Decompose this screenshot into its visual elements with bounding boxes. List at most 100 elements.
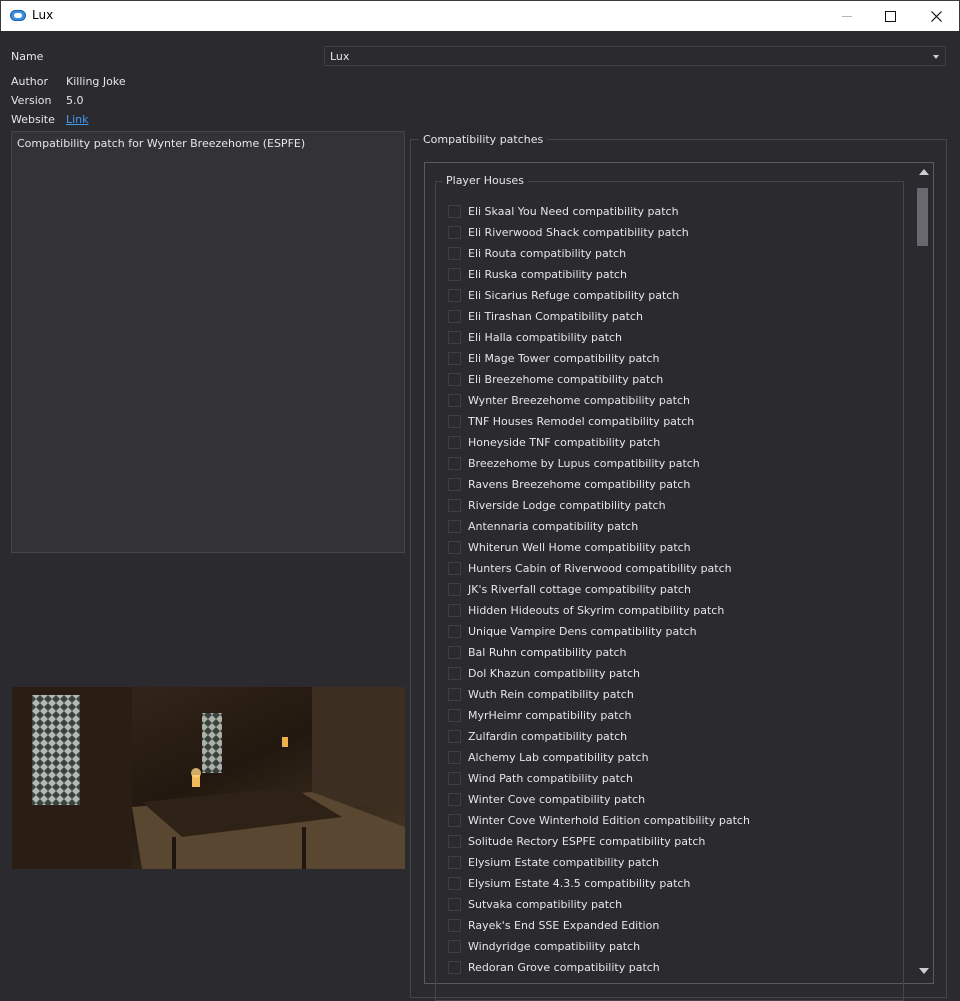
checkbox[interactable] [448, 687, 461, 701]
patch-checkbox-row[interactable]: Eli Breezehome compatibility patch [448, 371, 663, 387]
name-label: Name [11, 50, 44, 63]
checkbox[interactable] [448, 540, 461, 554]
checkbox[interactable] [448, 561, 461, 575]
app-cloud-icon [10, 10, 26, 21]
patch-checkbox-row[interactable]: Hidden Hideouts of Skyrim compatibility … [448, 602, 724, 618]
patch-checkbox-row[interactable]: Honeyside TNF compatibility patch [448, 434, 660, 450]
patch-checkbox-row[interactable]: Solitude Rectory ESPFE compatibility pat… [448, 833, 705, 849]
patch-checkbox-row[interactable]: Eli Halla compatibility patch [448, 329, 622, 345]
patch-label: Winter Cove compatibility patch [468, 792, 646, 806]
checkbox[interactable] [448, 498, 461, 512]
checkbox[interactable] [448, 267, 461, 281]
version-label: Version [11, 94, 52, 107]
patch-checkbox-row[interactable]: MyrHeimr compatibility patch [448, 707, 631, 723]
checkbox[interactable] [448, 855, 461, 869]
patch-checkbox-row[interactable]: Elysium Estate 4.3.5 compatibility patch [448, 875, 690, 891]
checkbox[interactable] [448, 834, 461, 848]
checkbox[interactable] [448, 477, 461, 491]
close-button[interactable] [913, 1, 959, 31]
checkbox[interactable] [448, 435, 461, 449]
checkbox[interactable] [448, 393, 461, 407]
checkbox[interactable] [448, 288, 461, 302]
patch-label: Zulfardin compatibility patch [468, 729, 628, 743]
checkbox[interactable] [448, 729, 461, 743]
checkbox[interactable] [448, 792, 461, 806]
patch-checkbox-row[interactable]: Zulfardin compatibility patch [448, 728, 627, 744]
patch-checkbox-row[interactable]: Hunters Cabin of Riverwood compatibility… [448, 560, 732, 576]
patch-checkbox-row[interactable]: Eli Tirashan Compatibility patch [448, 308, 643, 324]
vertical-scrollbar[interactable] [915, 164, 932, 982]
scroll-up-icon[interactable] [919, 169, 929, 175]
checkbox[interactable] [448, 330, 461, 344]
patch-checkbox-row[interactable]: Winter Cove compatibility patch [448, 791, 645, 807]
checkbox[interactable] [448, 225, 461, 239]
patch-checkbox-row[interactable]: Eli Mage Tower compatibility patch [448, 350, 660, 366]
patch-checkbox-row[interactable]: Wind Path compatibility patch [448, 770, 633, 786]
description-box[interactable]: Compatibility patch for Wynter Breezehom… [11, 131, 405, 553]
patch-checkbox-row[interactable]: Eli Ruska compatibility patch [448, 266, 627, 282]
patch-checkbox-row[interactable]: Sutvaka compatibility patch [448, 896, 622, 912]
scrollbar-thumb[interactable] [917, 188, 928, 246]
checkbox[interactable] [448, 582, 461, 596]
patch-checkbox-row[interactable]: Eli Skaal You Need compatibility patch [448, 203, 679, 219]
checkbox[interactable] [448, 204, 461, 218]
patch-checkbox-row[interactable]: Whiterun Well Home compatibility patch [448, 539, 691, 555]
patch-label: Alchemy Lab compatibility patch [468, 750, 649, 764]
patch-checkbox-row[interactable]: Eli Riverwood Shack compatibility patch [448, 224, 689, 240]
checkbox[interactable] [448, 666, 461, 680]
name-select[interactable]: Lux [324, 46, 946, 66]
patch-label: TNF Houses Remodel compatibility patch [468, 414, 695, 428]
close-icon [930, 10, 942, 22]
patch-label: Unique Vampire Dens compatibility patch [468, 624, 697, 638]
checkbox[interactable] [448, 414, 461, 428]
checkbox[interactable] [448, 771, 461, 785]
patch-checkbox-row[interactable]: Winter Cove Winterhold Edition compatibi… [448, 812, 750, 828]
checkbox[interactable] [448, 624, 461, 638]
patch-checkbox-row[interactable]: Elysium Estate compatibility patch [448, 854, 659, 870]
checkbox[interactable] [448, 918, 461, 932]
patch-label: Antennaria compatibility patch [468, 519, 639, 533]
checkbox[interactable] [448, 603, 461, 617]
patch-checkbox-row[interactable]: TNF Houses Remodel compatibility patch [448, 413, 694, 429]
minimize-button[interactable] [824, 1, 870, 31]
patch-checkbox-row[interactable]: Breezehome by Lupus compatibility patch [448, 455, 700, 471]
patch-checkbox-row[interactable]: Wuth Rein compatibility patch [448, 686, 634, 702]
patch-checkbox-row[interactable]: Unique Vampire Dens compatibility patch [448, 623, 697, 639]
checkbox[interactable] [448, 246, 461, 260]
checkbox[interactable] [448, 876, 461, 890]
patch-label: Eli Routa compatibility patch [468, 246, 627, 260]
minimize-icon [842, 15, 852, 17]
patch-label: Bal Ruhn compatibility patch [468, 645, 627, 659]
patch-checkbox-row[interactable]: Riverside Lodge compatibility patch [448, 497, 666, 513]
patch-checkbox-row[interactable]: Eli Routa compatibility patch [448, 245, 626, 261]
patch-checkbox-row[interactable]: JK's Riverfall cottage compatibility pat… [448, 581, 691, 597]
checkbox[interactable] [448, 372, 461, 386]
website-link[interactable]: Link [66, 113, 89, 126]
patch-checkbox-row[interactable]: Bal Ruhn compatibility patch [448, 644, 627, 660]
patch-checkbox-row[interactable]: Rayek's End SSE Expanded Edition [448, 917, 659, 933]
scroll-down-icon[interactable] [919, 968, 929, 974]
patch-checkbox-row[interactable]: Dol Khazun compatibility patch [448, 665, 640, 681]
checkbox[interactable] [448, 960, 461, 974]
checkbox[interactable] [448, 645, 461, 659]
checkbox[interactable] [448, 750, 461, 764]
patch-label: Eli Skaal You Need compatibility patch [468, 204, 679, 218]
checkbox[interactable] [448, 708, 461, 722]
checkbox[interactable] [448, 897, 461, 911]
checkbox[interactable] [448, 351, 461, 365]
checkbox[interactable] [448, 309, 461, 323]
patch-checkbox-row[interactable]: Eli Sicarius Refuge compatibility patch [448, 287, 679, 303]
checkbox[interactable] [448, 939, 461, 953]
patch-checkbox-row[interactable]: Antennaria compatibility patch [448, 518, 638, 534]
patch-label: Redoran Grove compatibility patch [468, 960, 660, 974]
checkbox[interactable] [448, 456, 461, 470]
patch-checkbox-row[interactable]: Wynter Breezehome compatibility patch [448, 392, 690, 408]
checkbox[interactable] [448, 813, 461, 827]
checkbox[interactable] [448, 519, 461, 533]
patch-checkbox-row[interactable]: Ravens Breezehome compatibility patch [448, 476, 690, 492]
patch-checkbox-row[interactable]: Windyridge compatibility patch [448, 938, 640, 954]
maximize-button[interactable] [867, 1, 913, 31]
patch-checkbox-row[interactable]: Alchemy Lab compatibility patch [448, 749, 649, 765]
patch-checkbox-row[interactable]: Redoran Grove compatibility patch [448, 959, 660, 975]
patch-label: Honeyside TNF compatibility patch [468, 435, 661, 449]
